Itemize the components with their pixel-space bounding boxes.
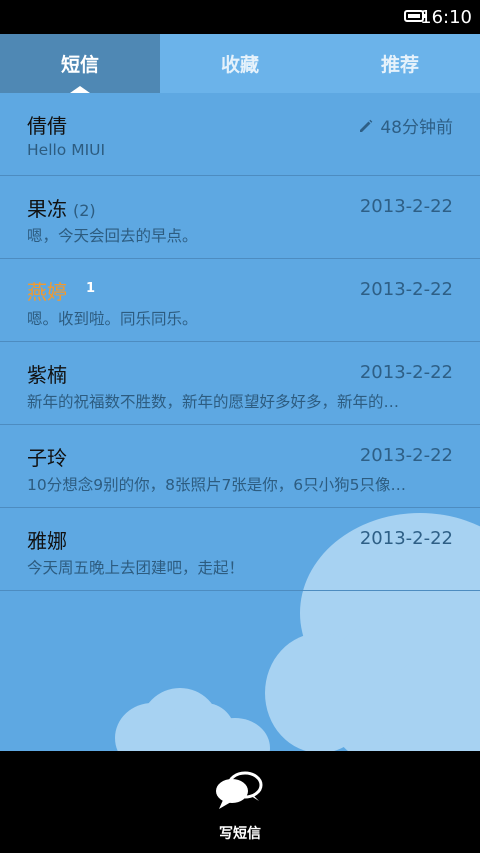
- compose-button[interactable]: 写短信: [200, 769, 280, 849]
- conversation-row[interactable]: 燕婷 1 2013-2-22 嗯。收到啦。同乐同乐。: [0, 259, 480, 342]
- message-time: 2013-2-22: [359, 196, 453, 217]
- message-preview: Hello MIUI: [27, 141, 106, 159]
- message-time: 48分钟前: [380, 118, 453, 138]
- compose-label: 写短信: [219, 826, 261, 842]
- contact-name: 倩倩: [27, 114, 67, 138]
- tab-favorites[interactable]: 收藏: [160, 34, 320, 93]
- message-preview: 嗯，今天会回去的早点。: [27, 227, 198, 245]
- tab-recommended[interactable]: 推荐: [320, 34, 480, 93]
- message-preview: 新年的祝福数不胜数，新年的愿望好多好多，新年的…: [27, 393, 400, 411]
- message-time: 2013-2-22: [359, 279, 453, 300]
- bottom-action-bar: 写短信: [0, 751, 480, 853]
- tab-bar: 短信 收藏 推荐: [0, 34, 480, 93]
- message-time: 2013-2-22: [359, 528, 453, 549]
- message-time: 2013-2-22: [359, 445, 453, 466]
- tab-label: 短信: [60, 54, 99, 76]
- conversation-row[interactable]: 倩倩 48分钟前 Hello MIUI: [0, 93, 480, 176]
- contact-name: 紫楠: [27, 363, 67, 387]
- conversation-row[interactable]: 果冻 (2) 2013-2-22 嗯，今天会回去的早点。: [0, 176, 480, 259]
- pencil-icon: [360, 119, 373, 132]
- contact-name: 果冻 (2): [27, 197, 96, 221]
- tab-messages[interactable]: 短信: [0, 34, 160, 93]
- conversation-row[interactable]: 雅娜 2013-2-22 今天周五晚上去团建吧，走起！: [0, 508, 480, 591]
- message-count: (2): [73, 201, 96, 220]
- conversation-row[interactable]: 紫楠 2013-2-22 新年的祝福数不胜数，新年的愿望好多好多，新年的…: [0, 342, 480, 425]
- message-preview: 嗯。收到啦。同乐同乐。: [27, 310, 198, 328]
- contact-name: 子玲: [27, 446, 67, 470]
- status-bar: 16:10: [0, 0, 480, 34]
- contact-name: 燕婷: [27, 280, 67, 304]
- unread-badge: 1: [86, 281, 96, 296]
- active-tab-indicator: [70, 86, 90, 93]
- status-time: 16:10: [420, 7, 472, 28]
- conversation-row[interactable]: 子玲 2013-2-22 10分想念9别的你，8张照片7张是你，6只小狗5只像…: [0, 425, 480, 508]
- conversation-list-area[interactable]: 倩倩 48分钟前 Hello MIUI 果冻 (2) 2013-2-22 嗯，今天…: [0, 93, 480, 751]
- message-time: 2013-2-22: [359, 362, 453, 383]
- conversation-list: 倩倩 48分钟前 Hello MIUI 果冻 (2) 2013-2-22 嗯，今天…: [0, 93, 480, 591]
- tab-label: 收藏: [220, 54, 259, 76]
- chat-bubbles-icon: [216, 771, 263, 809]
- tab-label: 推荐: [380, 54, 419, 76]
- draft-time: 48分钟前: [358, 113, 453, 138]
- contact-name: 雅娜: [27, 529, 67, 553]
- message-preview: 10分想念9别的你，8张照片7张是你，6只小狗5只像…: [27, 476, 407, 494]
- message-preview: 今天周五晚上去团建吧，走起！: [27, 559, 245, 577]
